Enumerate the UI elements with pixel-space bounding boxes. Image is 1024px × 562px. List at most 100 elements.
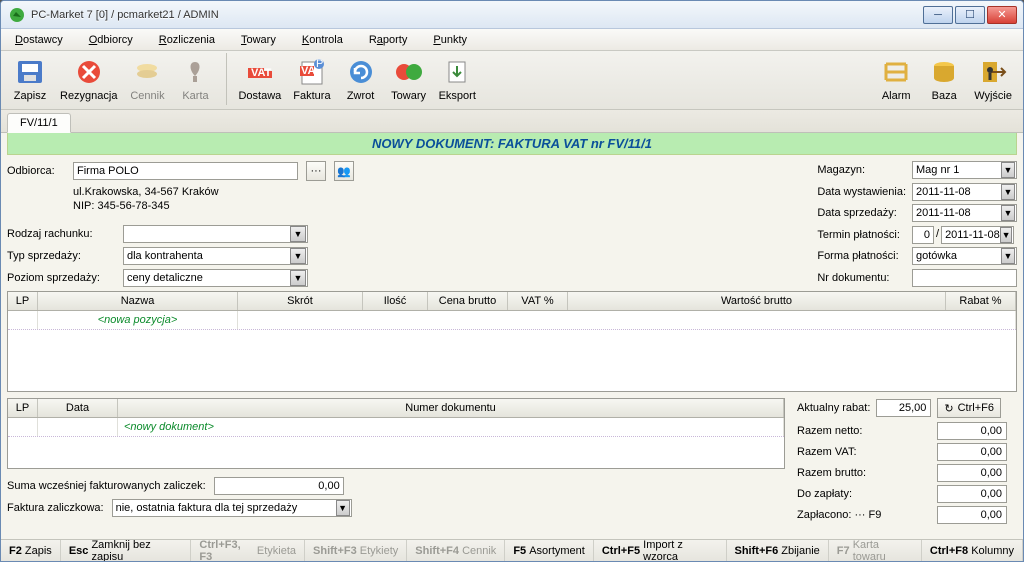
zwrot-button[interactable]: Zwrot xyxy=(338,53,384,105)
export-icon xyxy=(439,56,475,88)
document-tabs: FV/11/1 xyxy=(1,110,1023,133)
pricelist-icon xyxy=(129,56,165,88)
vat-label: Razem VAT: xyxy=(797,446,931,458)
status-karta: F7 Karta towaru xyxy=(829,540,922,561)
odbiorca-input[interactable] xyxy=(73,162,298,180)
status-asortyment[interactable]: F5 Asortyment xyxy=(505,540,594,561)
odbiorca-extra-button[interactable]: 👥 xyxy=(334,161,354,181)
vat-value: 0,00 xyxy=(937,443,1007,461)
tab-fv111[interactable]: FV/11/1 xyxy=(7,113,71,133)
chevron-down-icon[interactable]: ▼ xyxy=(1001,248,1015,264)
people-icon: 👥 xyxy=(337,165,351,178)
menu-kontrola[interactable]: Kontrola xyxy=(302,34,343,46)
delivery-icon: VAT xyxy=(242,56,278,88)
rodzaj-select[interactable] xyxy=(123,225,308,243)
poziom-label: Poziom sprzedaży: xyxy=(7,272,115,284)
brutto-value: 0,00 xyxy=(937,464,1007,482)
rodzaj-label: Rodzaj rachunku: xyxy=(7,228,115,240)
zaplacono-label[interactable]: Zapłacono: ··· F9 xyxy=(797,509,931,521)
karta-button: Karta xyxy=(172,53,218,105)
close-button[interactable]: ✕ xyxy=(987,6,1017,24)
faktura-zaliczkowa-label: Faktura zaliczkowa: xyxy=(7,502,104,514)
status-zbijanie[interactable]: Shift+F6 Zbijanie xyxy=(727,540,829,561)
status-cennik: Shift+F4 Cennik xyxy=(407,540,505,561)
card-icon xyxy=(177,56,213,88)
wyjscie-button[interactable]: Wyjście xyxy=(969,53,1017,105)
status-f2[interactable]: F2 Zapis xyxy=(1,540,61,561)
rezygnacja-button[interactable]: Rezygnacja xyxy=(55,53,122,105)
return-icon xyxy=(343,56,379,88)
chevron-down-icon[interactable]: ▼ xyxy=(1001,184,1015,200)
nrdok-input[interactable] xyxy=(912,269,1017,287)
zaplaty-value: 0,00 xyxy=(937,485,1007,503)
rabat-value: 25,00 xyxy=(876,399,931,417)
menu-punkty[interactable]: Punkty xyxy=(433,34,467,46)
status-bar: F2 Zapis Esc Zamknij bez zapisu Ctrl+F3,… xyxy=(1,539,1023,561)
netto-label: Razem netto: xyxy=(797,425,931,437)
new-position-row[interactable]: <nowa pozycja> xyxy=(8,311,1016,330)
faktura-button[interactable]: VATP Faktura xyxy=(288,53,335,105)
menu-towary[interactable]: Towary xyxy=(241,34,276,46)
status-kolumny[interactable]: Ctrl+F8 Kolumny xyxy=(922,540,1023,561)
chevron-down-icon[interactable]: ▼ xyxy=(1001,205,1015,221)
odbiorca-lookup-button[interactable]: ··· xyxy=(306,161,326,181)
odbiorca-nip: NIP: 345-56-78-345 xyxy=(73,199,427,213)
chevron-down-icon[interactable]: ▼ xyxy=(1000,227,1012,243)
svg-text:VAT: VAT xyxy=(251,67,272,79)
status-etykiety: Shift+F3 Etykiety xyxy=(305,540,407,561)
baza-button[interactable]: Baza xyxy=(921,53,967,105)
data-sprz-label: Data sprzedaży: xyxy=(817,207,906,219)
menu-bar: Dostawcy Odbiorcy Rozliczenia Towary Kon… xyxy=(1,29,1023,51)
data-wyst-label: Data wystawienia: xyxy=(817,186,906,198)
maximize-button[interactable]: ☐ xyxy=(955,6,985,24)
database-icon xyxy=(926,56,962,88)
odbiorca-address: ul.Krakowska, 34-567 Kraków xyxy=(73,185,427,199)
minimize-button[interactable]: ─ xyxy=(923,6,953,24)
typ-select[interactable] xyxy=(123,247,308,265)
refresh-icon: ↻ xyxy=(944,402,953,415)
suma-zaliczek-label: Suma wcześniej fakturowanych zaliczek: xyxy=(7,480,206,492)
chevron-down-icon[interactable]: ▼ xyxy=(290,270,306,286)
rabat-button[interactable]: ↻ Ctrl+F6 xyxy=(937,398,1001,418)
typ-label: Typ sprzedaży: xyxy=(7,250,115,262)
odbiorca-label: Odbiorca: xyxy=(7,165,65,177)
chevron-down-icon[interactable]: ▼ xyxy=(1001,162,1015,178)
window-title: PC-Market 7 [0] / pcmarket21 / ADMIN xyxy=(31,9,923,21)
status-etykieta: Ctrl+F3, F3 Etykieta xyxy=(191,540,305,561)
zaplacono-value: 0,00 xyxy=(937,506,1007,524)
cancel-icon xyxy=(71,56,107,88)
toolbar: Zapisz Rezygnacja Cennik Karta VAT Dosta… xyxy=(1,51,1023,110)
magazyn-label: Magazyn: xyxy=(817,164,906,176)
menu-raporty[interactable]: Raporty xyxy=(369,34,408,46)
exit-icon xyxy=(975,56,1011,88)
invoice-icon: VATP xyxy=(294,56,330,88)
status-esc[interactable]: Esc Zamknij bez zapisu xyxy=(61,540,192,561)
app-icon xyxy=(9,7,25,23)
suma-zaliczek-input[interactable] xyxy=(214,477,344,495)
new-document-row[interactable]: <nowy dokument> xyxy=(8,418,784,437)
nrdok-label: Nr dokumentu: xyxy=(817,272,906,284)
termin-days-input[interactable] xyxy=(912,226,934,244)
chevron-down-icon[interactable]: ▼ xyxy=(290,248,306,264)
poziom-select[interactable] xyxy=(123,269,308,287)
eksport-button[interactable]: Eksport xyxy=(434,53,481,105)
zapisz-button[interactable]: Zapisz xyxy=(7,53,53,105)
status-import[interactable]: Ctrl+F5 Import z wzorca xyxy=(594,540,727,561)
menu-odbiorcy[interactable]: Odbiorcy xyxy=(89,34,133,46)
cennik-button: Cennik xyxy=(124,53,170,105)
chevron-down-icon[interactable]: ▼ xyxy=(290,226,306,242)
brutto-label: Razem brutto: xyxy=(797,467,931,479)
alarm-button[interactable]: Alarm xyxy=(873,53,919,105)
dostawa-button[interactable]: VAT Dostawa xyxy=(233,53,286,105)
faktura-zaliczkowa-select[interactable] xyxy=(112,499,352,517)
documents-grid-header: LP Data Numer dokumentu xyxy=(8,399,784,418)
menu-rozliczenia[interactable]: Rozliczenia xyxy=(159,34,215,46)
svg-text:P: P xyxy=(316,58,323,70)
documents-grid[interactable]: LP Data Numer dokumentu <nowy dokument> xyxy=(7,398,785,469)
termin-label: Termin płatności: xyxy=(817,229,906,241)
rabat-label: Aktualny rabat: xyxy=(797,402,870,414)
towary-button[interactable]: Towary xyxy=(386,53,432,105)
chevron-down-icon[interactable]: ▼ xyxy=(336,500,350,516)
menu-dostawcy[interactable]: Dostawcy xyxy=(15,34,63,46)
positions-grid[interactable]: LP Nazwa Skrót Ilość Cena brutto VAT % W… xyxy=(7,291,1017,392)
